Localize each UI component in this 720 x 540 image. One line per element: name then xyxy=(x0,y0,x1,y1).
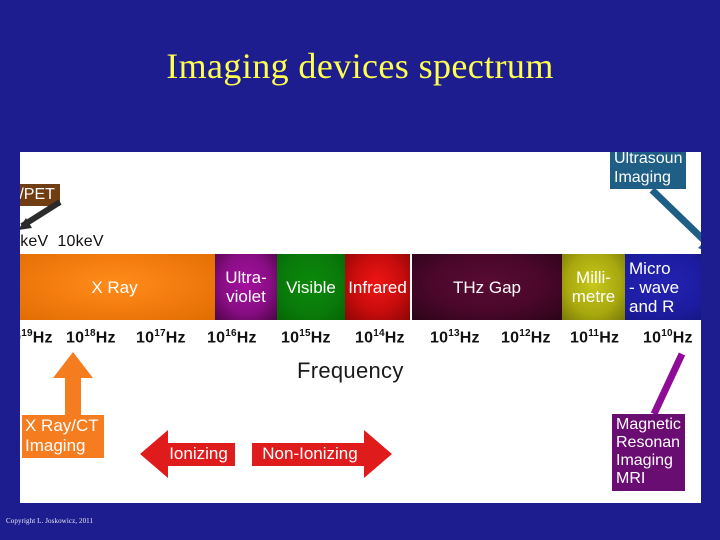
band-label-infrared: Infrared xyxy=(348,277,407,297)
frequency-tick-16: 1016Hz xyxy=(207,328,257,347)
arrow-ionizing-label: Ionizing xyxy=(169,444,228,463)
callout-ultrasound-line1: Ultrasoun Imaging xyxy=(614,152,683,186)
page-title: Imaging devices spectrum xyxy=(166,46,554,86)
spectrum-band-strip: X Ray Ultra- violet Visible Infrared THz… xyxy=(20,254,701,320)
spectrum-band-x-ray[interactable]: X Ray xyxy=(20,254,215,320)
callout-ultrasound-imaging: Ultrasoun Imaging xyxy=(610,152,687,189)
band-label-ultraviolet: Ultra- violet xyxy=(225,268,267,306)
frequency-tick-17: 1017Hz xyxy=(136,328,186,347)
arrow-up-x-ray-ct xyxy=(53,352,93,418)
copyright-notice: Copyright L. Joskowicz, 2011 xyxy=(6,517,94,525)
frequency-tick-15: 1015Hz xyxy=(281,328,331,347)
spectrum-band-microwave[interactable]: Micro - wave and R xyxy=(625,254,701,320)
connector-nm-pet-line xyxy=(20,199,62,230)
frequency-tick-10: 1010Hz xyxy=(643,328,693,347)
frequency-tick-12: 1012Hz xyxy=(501,328,551,347)
callout-x-ray-ct-label: X Ray/CT Imaging xyxy=(25,416,99,455)
spectrum-band-infrared[interactable]: Infrared xyxy=(345,254,412,320)
spectrum-band-millimetre[interactable]: Milli- metre xyxy=(562,254,625,320)
callout-mri-label: Magnetic Resonan Imaging MRI xyxy=(616,416,681,487)
arrow-non-ionizing: Non-Ionizing xyxy=(252,428,392,480)
frequency-tick-14: 1014Hz xyxy=(355,328,405,347)
frequency-axis: 1019Hz 1018Hz 1017Hz 1016Hz 1015Hz 1014H… xyxy=(20,328,701,352)
callout-x-ray-ct-imaging: X Ray/CT Imaging xyxy=(22,415,104,458)
frequency-tick-11: 1011Hz xyxy=(570,328,620,347)
spectrum-band-thz-gap[interactable]: THz Gap xyxy=(412,254,562,320)
band-label-x-ray: X Ray xyxy=(91,277,138,297)
band-label-millimetre: Milli- metre xyxy=(571,268,616,306)
energy-tick-labels: 00keV 10keV xyxy=(20,233,113,251)
energy-tick-0: 00keV xyxy=(20,233,49,250)
spectrum-band-ultraviolet[interactable]: Ultra- violet xyxy=(215,254,277,320)
connector-mri-line xyxy=(650,352,686,416)
spectrum-diagram-panel: M/PET Ultrasoun Imaging 00keV10keV X Ray… xyxy=(20,152,701,503)
band-label-thz-gap: THz Gap xyxy=(452,277,522,297)
energy-tick-1: 10keV xyxy=(57,233,104,250)
frequency-tick-13: 1013Hz xyxy=(430,328,480,347)
arrow-ionizing: Ionizing xyxy=(140,428,235,480)
callout-mri: Magnetic Resonan Imaging MRI xyxy=(612,414,685,491)
frequency-tick-19: 1019Hz xyxy=(20,328,53,347)
spectrum-band-visible[interactable]: Visible xyxy=(277,254,345,320)
band-label-microwave: Micro - wave and R xyxy=(629,258,680,316)
frequency-tick-18: 1018Hz xyxy=(66,328,116,347)
arrow-non-ionizing-label: Non-Ionizing xyxy=(262,444,358,463)
band-label-visible: Visible xyxy=(286,277,336,297)
spectrum-figure: M/PET Ultrasoun Imaging 00keV10keV X Ray… xyxy=(20,152,701,491)
frequency-axis-title: Frequency xyxy=(297,358,404,383)
